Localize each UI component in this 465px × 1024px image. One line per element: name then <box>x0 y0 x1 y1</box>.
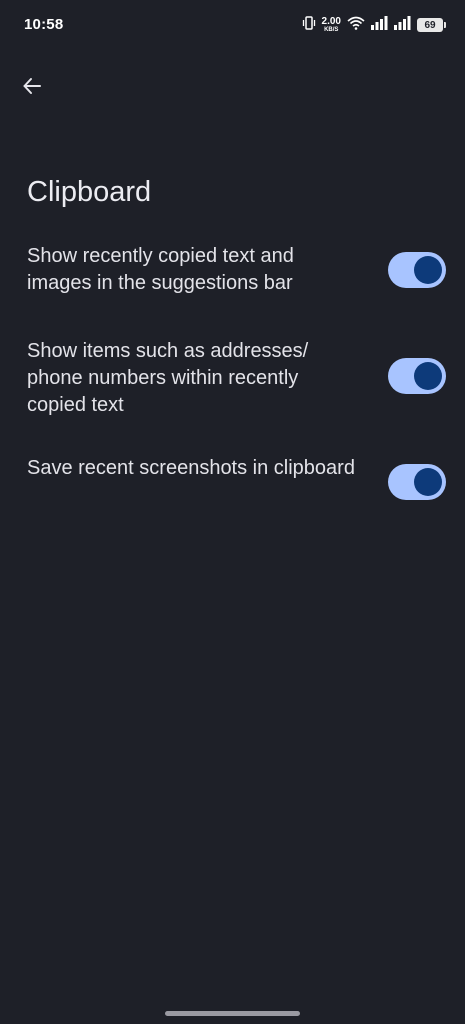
arrow-left-icon <box>22 76 42 101</box>
gesture-nav-handle[interactable] <box>165 1011 300 1016</box>
network-speed: 2.00 KB/S <box>321 16 341 34</box>
setting-row-addresses-phone[interactable]: Show items such as addresses/ phone numb… <box>0 334 465 424</box>
signal-icon <box>394 15 411 35</box>
toggle-switch[interactable] <box>388 252 446 288</box>
status-bar: 10:58 2.00 KB/S 69 <box>0 0 465 50</box>
setting-label: Save recent screenshots in clipboard <box>27 457 355 479</box>
status-time: 10:58 <box>24 16 64 33</box>
wifi-icon <box>347 16 365 35</box>
toggle-knob <box>414 468 442 496</box>
back-button[interactable] <box>14 70 50 106</box>
battery-icon: 69 <box>417 18 446 32</box>
battery-level: 69 <box>424 19 436 31</box>
page-title: Clipboard <box>27 176 152 208</box>
toggle-knob <box>414 362 442 390</box>
setting-row-screenshots[interactable]: Save recent screenshots in clipboard <box>0 452 465 522</box>
network-speed-unit: KB/S <box>324 27 339 33</box>
network-speed-value: 2.00 <box>321 16 341 27</box>
setting-row-recent-copied[interactable]: Show recently copied text and images in … <box>0 238 465 308</box>
setting-label: Show items such as addresses/ phone numb… <box>27 340 309 416</box>
vibrate-icon <box>302 15 316 35</box>
toggle-switch[interactable] <box>388 358 446 394</box>
toggle-knob <box>414 256 442 284</box>
status-icons: 2.00 KB/S 69 <box>302 15 446 35</box>
signal-icon <box>371 15 388 35</box>
setting-label: Show recently copied text and images in … <box>27 245 294 294</box>
toggle-switch[interactable] <box>388 464 446 500</box>
